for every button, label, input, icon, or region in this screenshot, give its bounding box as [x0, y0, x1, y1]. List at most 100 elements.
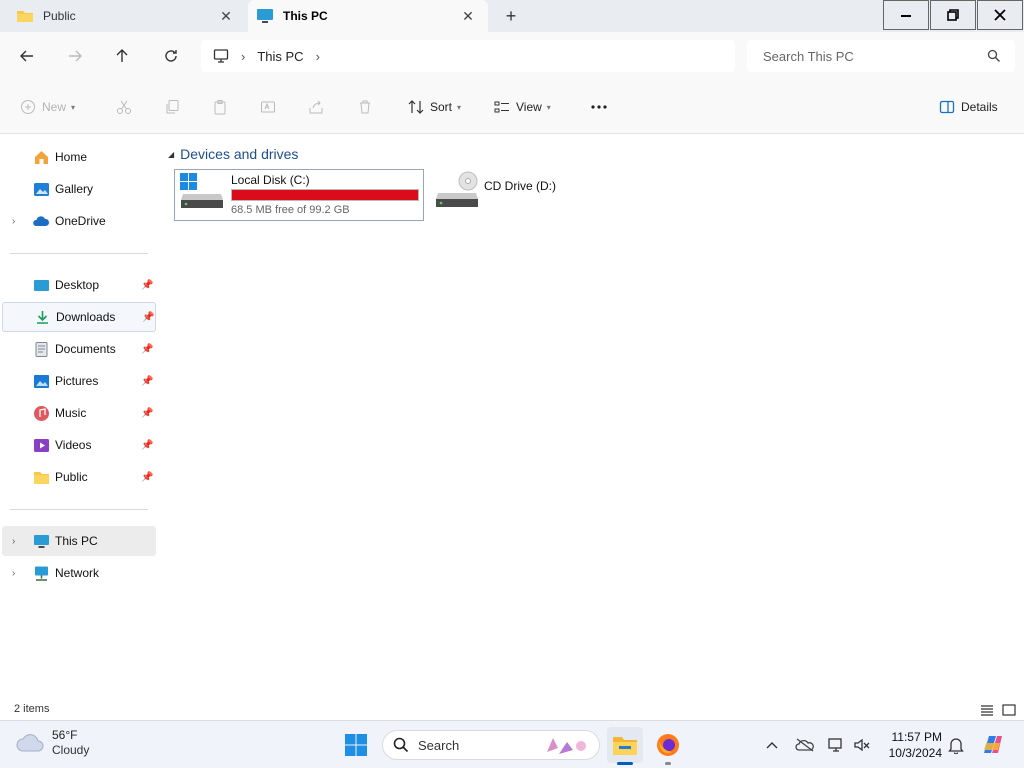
drive-name: Local Disk (C:) — [231, 173, 310, 187]
pin-icon: 📌 — [141, 279, 154, 291]
onedrive-tray-button[interactable] — [795, 735, 815, 755]
chevron-up-icon — [766, 742, 778, 749]
chevron-right-icon[interactable]: › — [12, 216, 15, 227]
system-clock[interactable]: 11:57 PM 10/3/2024 — [880, 729, 942, 761]
weather-temp: 56°F — [52, 728, 78, 742]
clipboard-icon — [214, 100, 226, 115]
search-input[interactable]: Search This PC — [747, 40, 1015, 72]
rename-button[interactable] — [260, 97, 282, 117]
pictures-icon — [34, 374, 49, 388]
paste-button[interactable] — [212, 97, 234, 117]
tab-this-pc[interactable]: This PC ✕ — [248, 0, 488, 32]
view-icon — [494, 101, 509, 113]
address-bar: › This PC › Search This PC — [0, 32, 1024, 80]
nav-label: Gallery — [55, 182, 94, 196]
nav-item-downloads[interactable]: Downloads 📌 — [2, 302, 156, 332]
search-icon — [393, 737, 409, 753]
nav-item-pictures[interactable]: Pictures 📌 — [2, 366, 156, 396]
breadcrumb-this-pc[interactable]: This PC — [257, 49, 303, 64]
nav-label: This PC — [55, 534, 98, 548]
desktop-icon — [34, 279, 49, 291]
tiles-view-icon[interactable] — [1001, 702, 1017, 718]
nav-label: Public — [55, 470, 88, 484]
restore-button[interactable] — [930, 0, 976, 30]
chevron-right-icon[interactable]: › — [12, 536, 15, 547]
nav-item-this-pc[interactable]: › This PC — [2, 526, 156, 556]
item-count: 2 items — [14, 703, 50, 715]
nav-item-videos[interactable]: Videos 📌 — [2, 430, 156, 460]
pin-icon: 📌 — [142, 311, 155, 323]
nav-item-gallery[interactable]: Gallery — [2, 174, 156, 204]
close-window-button[interactable] — [977, 0, 1023, 30]
nav-item-music[interactable]: Music 📌 — [2, 398, 156, 428]
weather-widget[interactable]: 56°F Cloudy — [16, 728, 89, 758]
content-pane: ◢ Devices and drives Local Disk (C:) 68.… — [160, 135, 1024, 700]
refresh-button[interactable] — [159, 44, 183, 68]
drive-local-disk-c[interactable]: Local Disk (C:) 68.5 MB free of 99.2 GB — [174, 169, 424, 221]
windows-logo-icon — [345, 734, 367, 756]
nav-label: Pictures — [55, 374, 99, 388]
status-bar: 2 items — [0, 700, 1024, 720]
share-icon — [309, 100, 323, 114]
folder-icon — [17, 11, 33, 22]
sort-label: Sort — [430, 100, 453, 114]
close-tab-icon[interactable]: ✕ — [218, 8, 234, 24]
copilot-button[interactable] — [980, 735, 1006, 755]
pin-icon: 📌 — [141, 439, 154, 451]
pin-icon: 📌 — [141, 471, 154, 483]
forward-button[interactable] — [63, 44, 87, 68]
active-app-indicator — [617, 762, 633, 765]
view-button[interactable]: View ▾ — [494, 97, 551, 117]
group-title: Devices and drives — [180, 146, 299, 162]
caret-down-icon: ◢ — [168, 149, 175, 159]
file-explorer-taskbar[interactable] — [607, 727, 643, 763]
firefox-taskbar[interactable] — [650, 727, 686, 763]
network-tray-button[interactable] — [826, 735, 846, 755]
start-button[interactable] — [338, 727, 374, 763]
downloads-icon — [37, 310, 48, 324]
nav-item-documents[interactable]: Documents 📌 — [2, 334, 156, 364]
back-button[interactable] — [15, 44, 39, 68]
cut-button[interactable] — [116, 97, 138, 117]
nav-item-network[interactable]: › Network — [2, 558, 156, 588]
close-tab-icon[interactable]: ✕ — [460, 8, 476, 24]
delete-button[interactable] — [357, 97, 379, 117]
cloud-icon — [16, 734, 44, 752]
sort-button[interactable]: Sort ▾ — [408, 97, 461, 117]
title-bar: Public ✕ This PC ✕ + — [0, 0, 1024, 32]
minimize-button[interactable] — [883, 0, 929, 30]
cd-drive-icon — [436, 171, 478, 207]
volume-muted-icon — [854, 738, 870, 752]
windows-drive-icon — [180, 173, 223, 208]
group-header-devices[interactable]: ◢ Devices and drives — [168, 146, 298, 162]
copy-button[interactable] — [164, 97, 186, 117]
drive-cd-d[interactable]: CD Drive (D:) — [432, 169, 592, 221]
new-tab-button[interactable]: + — [500, 5, 522, 27]
tray-overflow-button[interactable] — [762, 735, 782, 755]
nav-label: Downloads — [56, 310, 116, 324]
new-button[interactable]: New ▾ — [20, 97, 75, 117]
chevron-right-icon[interactable]: › — [316, 49, 320, 64]
breadcrumb[interactable]: › This PC › — [201, 40, 735, 72]
details-button[interactable]: Details — [939, 97, 998, 117]
refresh-icon — [165, 50, 177, 62]
notifications-button[interactable] — [946, 735, 966, 755]
volume-tray-button[interactable] — [852, 735, 872, 755]
taskbar-search[interactable]: Search — [382, 730, 600, 760]
nav-divider — [10, 253, 148, 254]
details-view-icon[interactable] — [979, 702, 995, 718]
nav-item-home[interactable]: Home — [2, 142, 156, 172]
up-button[interactable] — [110, 44, 134, 68]
onedrive-offline-icon — [795, 738, 814, 752]
clock-time: 11:57 PM — [891, 730, 942, 744]
share-button[interactable] — [308, 97, 330, 117]
nav-label: Desktop — [55, 278, 100, 292]
nav-item-desktop[interactable]: Desktop 📌 — [2, 270, 156, 300]
chevron-right-icon[interactable]: › — [12, 568, 15, 579]
clock-date: 10/3/2024 — [888, 746, 942, 760]
new-label: New — [42, 100, 67, 114]
tab-public[interactable]: Public ✕ — [0, 0, 246, 32]
nav-item-public[interactable]: Public 📌 — [2, 462, 156, 492]
nav-item-onedrive[interactable]: › OneDrive — [2, 206, 156, 236]
more-options-button[interactable] — [590, 97, 614, 117]
